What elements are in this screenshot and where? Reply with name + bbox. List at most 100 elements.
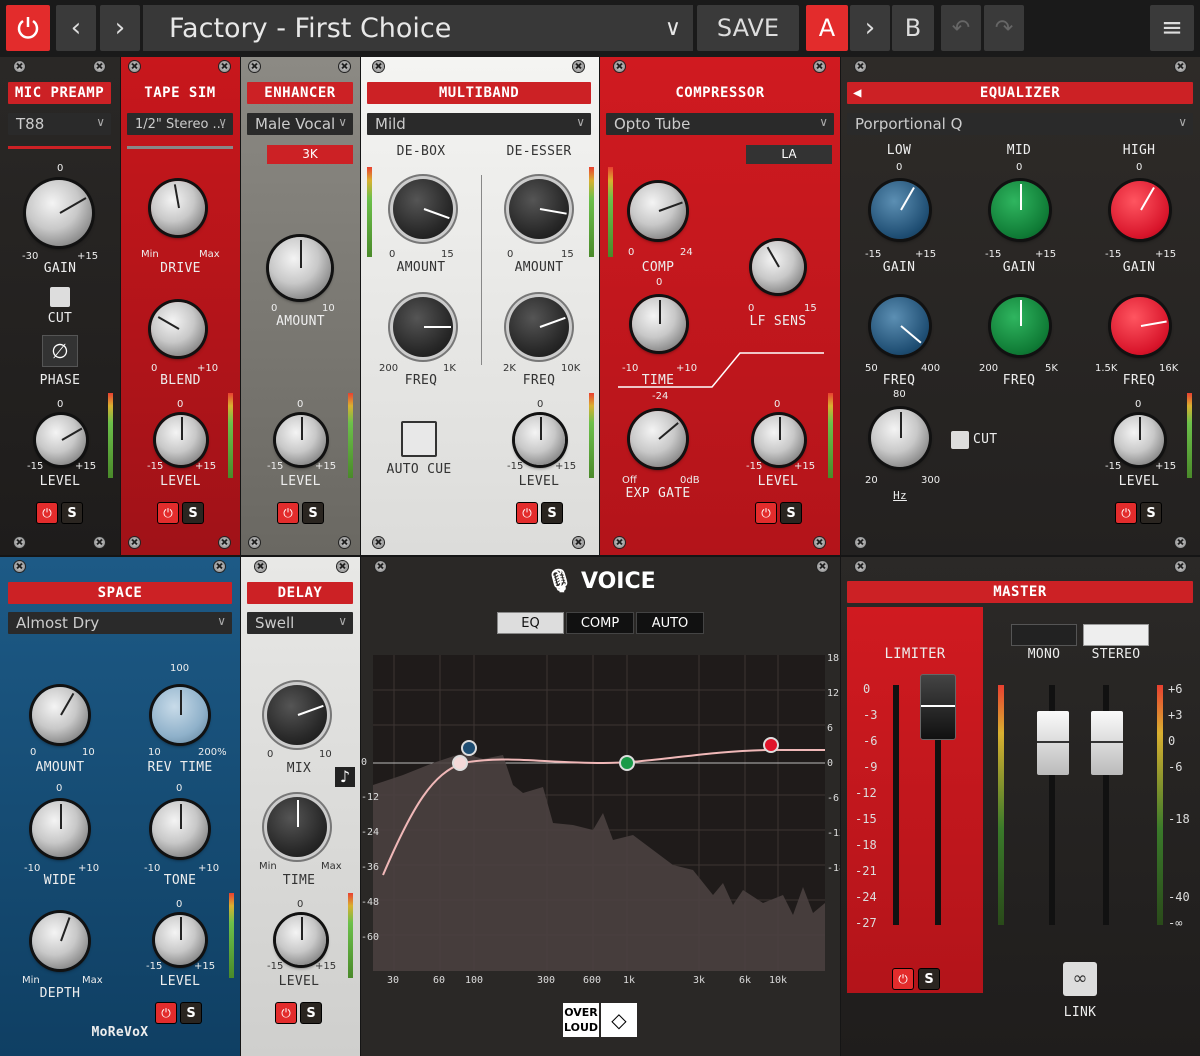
solo-button[interactable]: S [542, 503, 562, 523]
link-button[interactable]: ∞ [1063, 962, 1097, 996]
power-button[interactable] [6, 5, 50, 51]
level-knob[interactable] [754, 415, 804, 465]
label: -15 [746, 461, 763, 472]
level-knob[interactable] [515, 415, 565, 465]
compare-b-button[interactable]: B [892, 5, 934, 51]
screw-icon [94, 61, 105, 72]
tab-eq[interactable]: EQ [497, 612, 564, 634]
level-knob[interactable] [156, 415, 206, 465]
collapse-arrow-icon[interactable]: ◀ [853, 85, 862, 101]
level-knob[interactable] [155, 915, 205, 965]
mid-band-node[interactable] [619, 755, 635, 771]
deesser-amount-knob[interactable] [509, 179, 569, 239]
copy-arrow-button[interactable]: › [850, 5, 890, 51]
wide-knob[interactable] [32, 801, 88, 857]
left-output-fader[interactable] [1037, 711, 1069, 775]
drive-knob[interactable] [151, 181, 205, 235]
limiter-gr-meter [893, 685, 899, 925]
mid-freq-knob[interactable] [991, 297, 1049, 355]
save-button[interactable]: SAVE [697, 5, 799, 51]
low-freq-knob[interactable] [871, 297, 929, 355]
right-output-fader[interactable] [1091, 711, 1123, 775]
bypass-button[interactable]: ⏻ [278, 503, 298, 523]
lowcut-toggle[interactable] [951, 431, 969, 449]
solo-button[interactable]: S [62, 503, 82, 523]
solo-button[interactable]: S [781, 503, 801, 523]
exp-gate-knob[interactable] [630, 411, 686, 467]
model-select[interactable]: T88 ∨ [8, 113, 111, 135]
mono-button[interactable] [1011, 624, 1077, 646]
hpf-node[interactable] [452, 755, 468, 771]
menu-button[interactable]: ≡ [1150, 5, 1194, 51]
label: 15 [441, 249, 454, 260]
model-select[interactable]: Opto Tube ∨ [606, 113, 834, 135]
phase-button[interactable]: ∅ [42, 335, 78, 367]
bypass-button[interactable]: ⏻ [756, 503, 776, 523]
solo-button[interactable]: S [1141, 503, 1161, 523]
time-knob[interactable] [632, 297, 686, 351]
solo-button[interactable]: S [181, 1003, 201, 1023]
label: LEVEL [757, 474, 799, 489]
left-output-meter [998, 685, 1004, 925]
bypass-button[interactable]: ⏻ [517, 503, 537, 523]
next-preset-button[interactable]: › [100, 5, 140, 51]
preset-select[interactable]: Factory - First Choice ∨ [143, 5, 693, 51]
level-knob[interactable] [276, 415, 326, 465]
bypass-button[interactable]: ⏻ [893, 969, 913, 989]
debox-freq-knob[interactable] [393, 297, 453, 357]
model-select[interactable]: Almost Dry ∨ [8, 612, 232, 634]
solo-button[interactable]: S [301, 1003, 321, 1023]
eq-spectrum-graph[interactable] [373, 655, 825, 971]
solo-button[interactable]: S [919, 969, 939, 989]
bypass-button[interactable]: ⏻ [158, 503, 178, 523]
time-knob[interactable] [267, 797, 327, 857]
solo-button[interactable]: S [183, 503, 203, 523]
model-select[interactable]: Mild ∨ [367, 113, 591, 135]
lf-sens-knob[interactable] [752, 241, 804, 293]
undo-button[interactable]: ↶ [941, 5, 981, 51]
stereo-button[interactable] [1083, 624, 1149, 646]
bypass-button[interactable]: ⏻ [37, 503, 57, 523]
model-select[interactable]: Male Vocal ∨ [247, 113, 353, 135]
compare-a-button[interactable]: A [806, 5, 848, 51]
tempo-sync-button[interactable]: ♪ [335, 767, 355, 787]
model-select[interactable]: Porportional Q ∨ [847, 113, 1193, 135]
mix-knob[interactable] [267, 685, 327, 745]
cut-toggle[interactable] [50, 287, 70, 307]
low-band-node[interactable] [461, 740, 477, 756]
label: AMOUNT [514, 260, 564, 275]
divider [8, 146, 111, 149]
solo-button[interactable]: S [303, 503, 323, 523]
debox-amount-knob[interactable] [393, 179, 453, 239]
amount-knob[interactable] [269, 237, 331, 299]
tab-comp[interactable]: COMP [566, 612, 634, 634]
level-knob[interactable] [1114, 415, 1164, 465]
model-select[interactable]: Swell ∨ [247, 612, 353, 634]
level-knob[interactable] [36, 415, 86, 465]
chevron-down-icon: ∨ [96, 115, 105, 129]
level-knob[interactable] [276, 915, 326, 965]
tab-auto[interactable]: AUTO [636, 612, 704, 634]
blend-knob[interactable] [151, 302, 205, 356]
mid-gain-knob[interactable] [991, 181, 1049, 239]
high-band-node[interactable] [763, 737, 779, 753]
comp-knob[interactable] [630, 183, 686, 239]
depth-knob[interactable] [32, 913, 88, 969]
bypass-button[interactable]: ⏻ [156, 1003, 176, 1023]
tone-knob[interactable] [152, 801, 208, 857]
prev-preset-button[interactable]: ‹ [56, 5, 96, 51]
low-gain-knob[interactable] [871, 181, 929, 239]
deesser-freq-knob[interactable] [509, 297, 569, 357]
amount-knob[interactable] [32, 687, 88, 743]
bypass-button[interactable]: ⏻ [1116, 503, 1136, 523]
auto-cue-button[interactable] [401, 421, 437, 457]
rev-time-knob[interactable] [152, 687, 208, 743]
gain-knob[interactable] [26, 180, 92, 246]
high-gain-knob[interactable] [1111, 181, 1169, 239]
hpf-knob[interactable] [871, 409, 929, 467]
redo-button[interactable]: ↷ [984, 5, 1024, 51]
model-select[interactable]: 1/2" Stereo ... ∨ [127, 113, 233, 135]
high-freq-knob[interactable] [1111, 297, 1169, 355]
bypass-button[interactable]: ⏻ [276, 1003, 296, 1023]
limiter-threshold-fader[interactable] [921, 675, 955, 739]
